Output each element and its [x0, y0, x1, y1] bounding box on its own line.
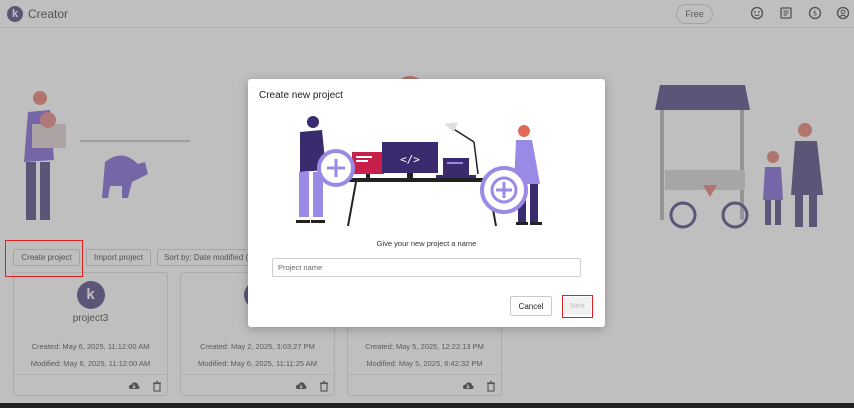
project-name-input[interactable]: [272, 258, 581, 277]
name-prompt: Give your new project a name: [376, 239, 477, 248]
cancel-button[interactable]: Cancel: [510, 296, 552, 316]
create-project-dialog: Create new project </> Give your new pro…: [248, 79, 605, 327]
developer-desk-illustration: </>: [296, 116, 542, 227]
dialog-title: Create new project: [259, 90, 343, 101]
code-glyph: </>: [400, 153, 420, 166]
bottom-edge: [0, 403, 854, 408]
create-project-highlight: [5, 240, 83, 277]
next-button-highlight: [562, 295, 593, 318]
